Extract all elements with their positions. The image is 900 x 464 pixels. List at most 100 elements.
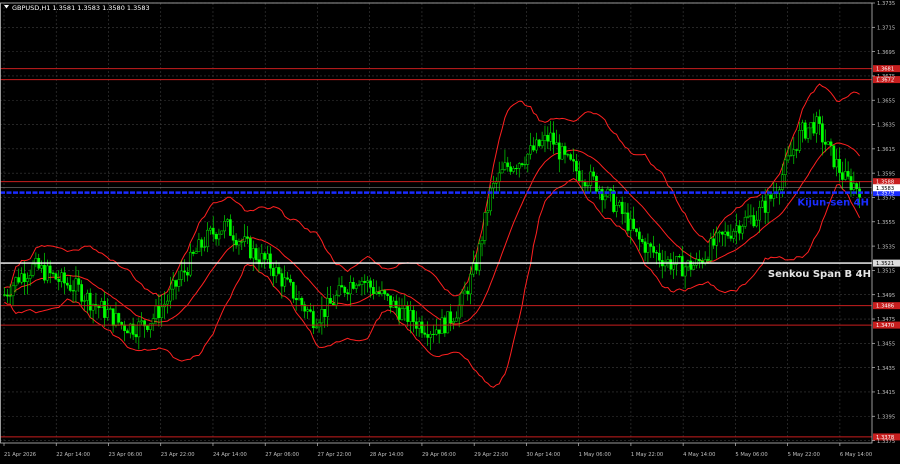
candle-body-bull xyxy=(723,231,727,235)
candle-body-bull xyxy=(560,146,564,160)
candle-body-bear xyxy=(17,277,21,283)
candle-body-bull xyxy=(535,139,538,151)
candle-body-bull xyxy=(603,195,607,201)
candle-body-bear xyxy=(592,171,595,177)
candle-body-bear xyxy=(769,194,773,199)
y-tick-label: 1.3415 xyxy=(877,390,895,396)
y-tick-label: 1.3615 xyxy=(877,147,895,153)
candle xyxy=(832,145,836,170)
candle-body-bear xyxy=(620,201,624,214)
candle-body-bull xyxy=(460,292,464,306)
candle xyxy=(220,230,224,235)
candle-body-bull xyxy=(434,329,438,335)
candle-body-bull xyxy=(337,285,341,296)
candle-body-bear xyxy=(291,282,295,299)
candle-body-bear xyxy=(698,259,701,262)
candle-body-bear xyxy=(600,188,604,201)
candle-body-bear xyxy=(706,259,710,261)
candle-body-bull xyxy=(8,295,12,297)
candle-body-bull xyxy=(526,153,530,165)
y-tick-label: 1.3455 xyxy=(877,342,895,348)
candle-body-bear xyxy=(838,159,841,173)
price-chart[interactable]: 1.3681 1.3672 1.3588 1.3486 1.3470 1.3378 1.35… xyxy=(0,0,900,460)
x-tick-label: 27 Apr 06:00 xyxy=(265,452,299,458)
candle-body-bull xyxy=(457,304,461,319)
candle-body-bear xyxy=(289,278,292,283)
x-tick-label: 29 Apr 06:00 xyxy=(422,452,456,458)
candle-body-bull xyxy=(106,309,109,318)
candle-body-bear xyxy=(231,235,235,241)
candle-body-bull xyxy=(14,277,18,287)
candle-body-bear xyxy=(509,166,513,172)
candle-body-bear xyxy=(669,259,673,270)
candle-body-bull xyxy=(695,259,698,266)
candle-body-bear xyxy=(795,149,799,151)
x-tick-label: 1 May 22:00 xyxy=(631,452,663,458)
candle-body-bull xyxy=(366,280,370,283)
candle-body-bull xyxy=(326,297,329,317)
candle-body-bull xyxy=(740,226,744,234)
candle-body-bull xyxy=(283,277,287,287)
candle-body-bull xyxy=(306,309,309,312)
x-tick-label: 6 May 14:00 xyxy=(840,452,872,458)
y-tick-label: 1.3695 xyxy=(877,50,895,56)
candle-body-bear xyxy=(43,265,46,281)
chart-canvas[interactable]: 1.36811.36721.35881.34861.34701.33781.35… xyxy=(0,0,900,460)
candle-body-bear xyxy=(309,309,312,312)
candle-body-bear xyxy=(738,225,741,234)
candle-body-bull xyxy=(792,149,796,156)
x-tick-label: 22 Apr 14:00 xyxy=(56,452,90,458)
candle-body-bull xyxy=(320,309,324,324)
candle xyxy=(446,311,450,334)
candle-body-bear xyxy=(726,231,730,237)
candle-body-bear xyxy=(277,267,281,274)
candle-body-bear xyxy=(432,333,435,335)
candle-body-bear xyxy=(823,141,827,145)
candle-body-bull xyxy=(529,145,533,155)
candle-body-bear xyxy=(134,334,138,338)
candle-body-bear xyxy=(229,219,232,236)
candle-body-bear xyxy=(323,309,327,317)
candle-body-bull xyxy=(672,264,676,270)
candle-body-bull xyxy=(732,230,736,239)
x-tick-label: 21 Apr 2026 xyxy=(4,452,36,458)
candle-body-bull xyxy=(140,320,144,323)
candle xyxy=(803,119,807,141)
candle-body-bull xyxy=(786,155,790,161)
candle-body-bear xyxy=(566,154,570,156)
candle-body-bull xyxy=(760,200,764,208)
candle-body-bull xyxy=(500,169,504,174)
candle-body-bear xyxy=(569,154,573,160)
candle-body-bull xyxy=(783,159,787,175)
candle-body-bear xyxy=(280,273,284,287)
y-tick-label: 1.3475 xyxy=(877,317,895,323)
candle-body-bear xyxy=(818,116,821,124)
candle-body-bull xyxy=(409,310,412,322)
candle-body-bull xyxy=(400,308,404,320)
candle-body-bull xyxy=(597,188,601,192)
candle-body-bear xyxy=(506,162,510,167)
candle-body-bear xyxy=(557,142,561,160)
candle-body-bear xyxy=(609,188,613,191)
candle-body-bull xyxy=(28,275,32,279)
candle-body-bear xyxy=(520,163,524,166)
candle-body-bear xyxy=(640,239,644,243)
candle xyxy=(249,235,252,260)
x-tick-label: 4 May 14:00 xyxy=(683,452,715,458)
candle-body-bull xyxy=(25,278,29,282)
candle-body-bear xyxy=(246,236,249,239)
candle-body-bull xyxy=(766,194,770,213)
candle-body-bear xyxy=(635,228,638,233)
candle-body-bull xyxy=(586,185,590,187)
candle-body-bull xyxy=(237,241,241,246)
candle-body-bull xyxy=(166,300,169,305)
candle-body-bear xyxy=(5,294,9,297)
candle-body-bull xyxy=(168,288,172,302)
candle-body-bull xyxy=(83,300,86,302)
candle-body-bear xyxy=(386,293,390,296)
x-tick-label: 24 Apr 14:00 xyxy=(213,452,247,458)
candle-body-bull xyxy=(194,251,198,254)
candle-body-bull xyxy=(392,300,395,308)
candle-body-bull xyxy=(114,313,118,326)
candle xyxy=(489,185,492,216)
